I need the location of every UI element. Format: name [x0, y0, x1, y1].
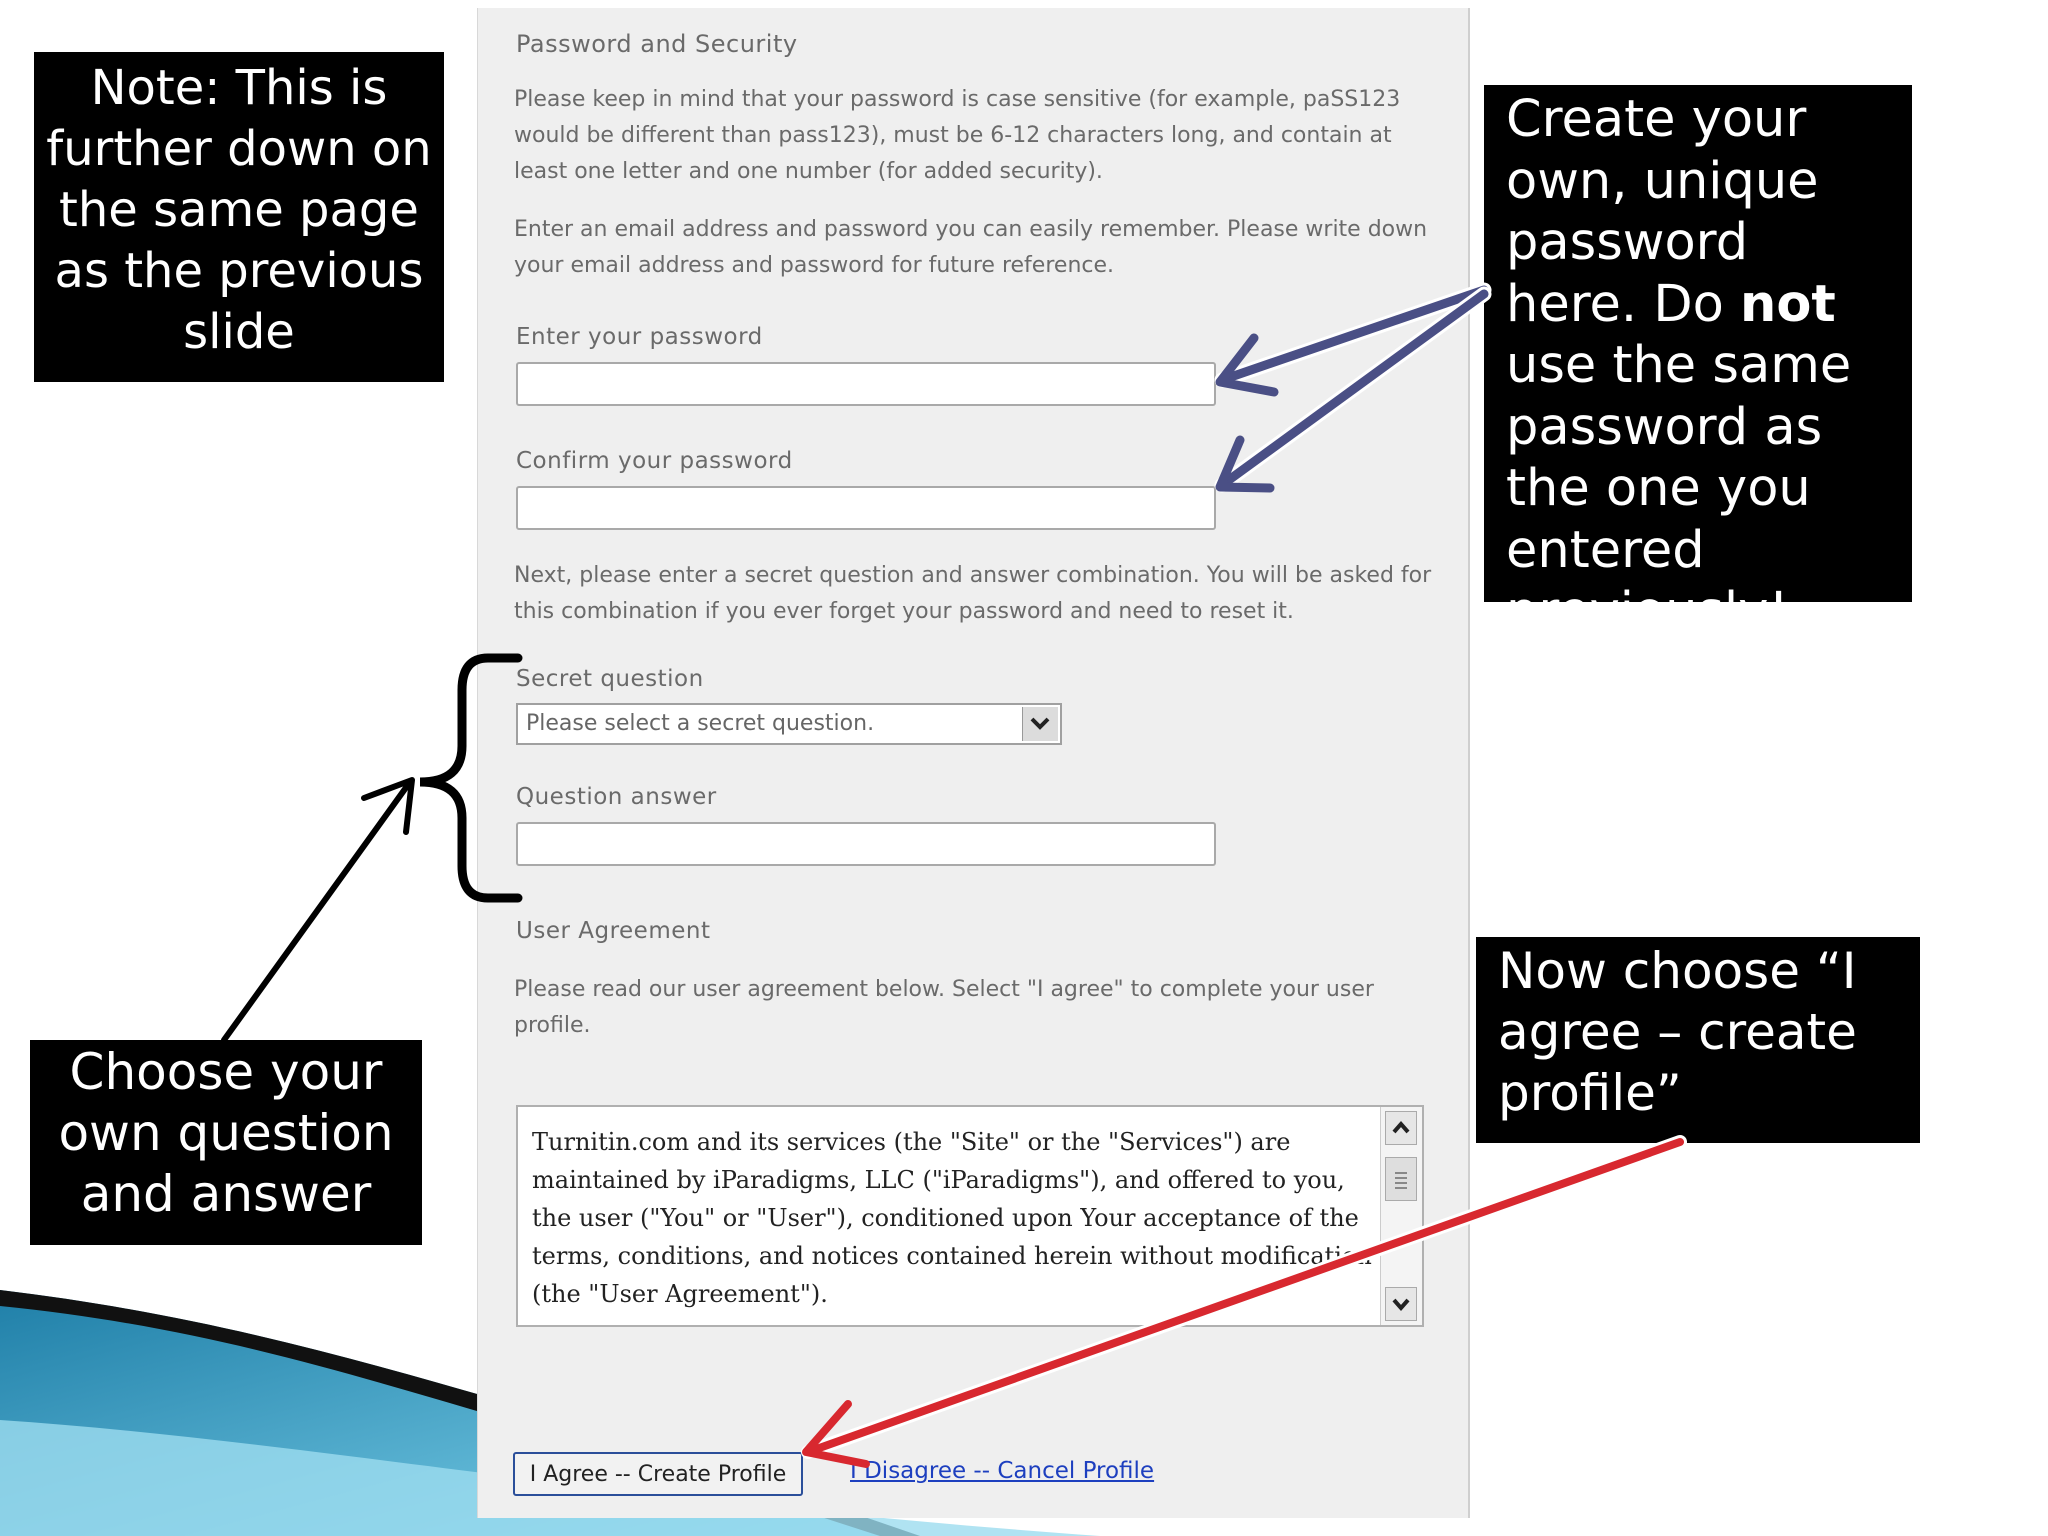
user-agreement-title: User Agreement — [516, 918, 711, 944]
confirm-password-label: Confirm your password — [516, 448, 793, 474]
agreement-scrollbar[interactable] — [1380, 1107, 1422, 1325]
password-callout-emphasis: not — [1740, 274, 1836, 334]
agree-create-profile-button[interactable]: I Agree -- Create Profile — [513, 1452, 803, 1496]
user-agreement-note: Please read our user agreement below. Se… — [514, 977, 1374, 1038]
arrow-up-icon[interactable] — [1385, 1111, 1417, 1145]
password-callout-text-end: use the same password as the one you ent… — [1506, 336, 1852, 641]
section-title: Password and Security — [516, 30, 798, 58]
chevron-down-icon[interactable] — [1022, 707, 1058, 741]
password-rules-text: Please keep in mind that your password i… — [514, 87, 1401, 184]
disagree-cancel-profile-link[interactable]: I Disagree -- Cancel Profile — [850, 1458, 1154, 1484]
agree-callout: Now choose “I agree – create profile” — [1476, 937, 1920, 1143]
scrollbar-thumb[interactable] — [1385, 1157, 1417, 1201]
email-note-text: Enter an email address and password you … — [514, 217, 1428, 278]
question-callout: Choose your own question and answer — [30, 1040, 422, 1245]
password-label: Enter your password — [516, 324, 763, 350]
password-callout: Create your own, unique password here. D… — [1484, 85, 1912, 641]
secret-question-note: Next, please enter a secret question and… — [514, 563, 1432, 624]
user-agreement-textbox[interactable]: Turnitin.com and its services (the "Site… — [516, 1105, 1424, 1327]
password-input[interactable] — [516, 362, 1216, 406]
secret-question-label: Secret question — [516, 666, 704, 692]
user-agreement-text: Turnitin.com and its services (the "Site… — [532, 1128, 1372, 1308]
secret-question-selected: Please select a secret question. — [526, 711, 875, 736]
question-answer-label: Question answer — [516, 784, 717, 810]
secret-question-select[interactable]: Please select a secret question. — [516, 703, 1062, 745]
arrow-down-icon[interactable] — [1385, 1287, 1417, 1321]
note-callout: Note: This is further down on the same p… — [34, 52, 444, 382]
confirm-password-input[interactable] — [516, 486, 1216, 530]
question-answer-input[interactable] — [516, 822, 1216, 866]
